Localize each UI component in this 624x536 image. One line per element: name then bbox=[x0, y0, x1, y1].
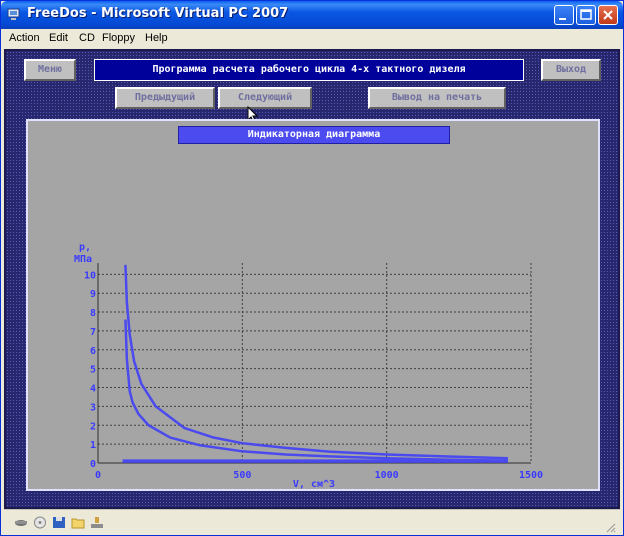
menu-cd[interactable]: CD bbox=[79, 32, 95, 44]
next-button[interactable]: Следующий bbox=[218, 87, 312, 109]
window-title: FreeDos - Microsoft Virtual PC 2007 bbox=[27, 6, 289, 21]
print-button[interactable]: Вывод на печать bbox=[368, 87, 506, 109]
title-bar[interactable]: FreeDos - Microsoft Virtual PC 2007 bbox=[1, 1, 623, 29]
exit-button[interactable]: Выход bbox=[541, 59, 601, 81]
indicator-diagram-chart: 0 1 2 3 4 5 6 7 8 9 10 0 500 1000 1500 p,МПа V, см^3 bbox=[74, 242, 543, 489]
y-tick-label: 9 bbox=[90, 289, 96, 300]
y-tick-label: 1 bbox=[90, 440, 96, 451]
pressure-curve bbox=[124, 319, 508, 462]
pressure-curve bbox=[124, 264, 508, 460]
y-axis-unit: МПа bbox=[74, 254, 92, 265]
cd-icon bbox=[34, 516, 46, 529]
y-tick-label: 4 bbox=[90, 384, 96, 395]
vm-screen[interactable]: Меню Программа расчета рабочего цикла 4-… bbox=[4, 49, 620, 509]
floppy-icon bbox=[53, 517, 65, 528]
y-tick-label: 8 bbox=[90, 308, 96, 319]
shared-folder-icon bbox=[71, 518, 85, 529]
menu-bar: Action Edit CD Floppy Help bbox=[4, 29, 620, 49]
menu-action[interactable]: Action bbox=[9, 32, 40, 44]
x-tick-label: 1000 bbox=[375, 470, 399, 481]
resize-grip-icon[interactable] bbox=[604, 521, 616, 533]
status-bar bbox=[4, 509, 620, 535]
maximize-button[interactable] bbox=[576, 5, 596, 25]
x-tick-label: 500 bbox=[233, 470, 251, 481]
menu-edit[interactable]: Edit bbox=[49, 32, 68, 44]
y-tick-label: 10 bbox=[84, 270, 96, 281]
y-tick-label: 2 bbox=[90, 421, 96, 432]
y-axis-label: p, bbox=[79, 242, 91, 253]
menu-button[interactable]: Меню bbox=[24, 59, 76, 81]
y-tick-label: 3 bbox=[90, 402, 96, 413]
maximize-icon bbox=[580, 9, 592, 20]
virtual-pc-icon bbox=[7, 8, 20, 20]
minimize-button[interactable] bbox=[554, 5, 574, 25]
network-icon bbox=[91, 517, 103, 528]
program-title: Программа расчета рабочего цикла 4-х так… bbox=[94, 59, 524, 81]
x-axis-label: V, см^3 bbox=[293, 479, 335, 489]
y-tick-label: 6 bbox=[90, 346, 96, 357]
y-tick-label: 5 bbox=[90, 365, 96, 376]
diagram-panel: Индикаторная диаграмма 0 1 2 3 4 5 6 7 8 9 10 0 500 1… bbox=[26, 119, 600, 491]
hard-disk-icon bbox=[15, 520, 27, 526]
y-tick-label: 0 bbox=[90, 459, 96, 470]
menu-floppy[interactable]: Floppy bbox=[102, 32, 135, 44]
menu-help[interactable]: Help bbox=[145, 32, 168, 44]
minimize-icon bbox=[559, 18, 566, 20]
app-window: FreeDos - Microsoft Virtual PC 2007 Acti… bbox=[0, 0, 624, 536]
y-tick-label: 7 bbox=[90, 327, 96, 338]
previous-button[interactable]: Предыдущий bbox=[115, 87, 215, 109]
x-tick-label: 0 bbox=[95, 470, 101, 481]
close-icon bbox=[603, 10, 613, 20]
close-button[interactable] bbox=[598, 5, 618, 25]
x-tick-label: 1500 bbox=[519, 470, 543, 481]
